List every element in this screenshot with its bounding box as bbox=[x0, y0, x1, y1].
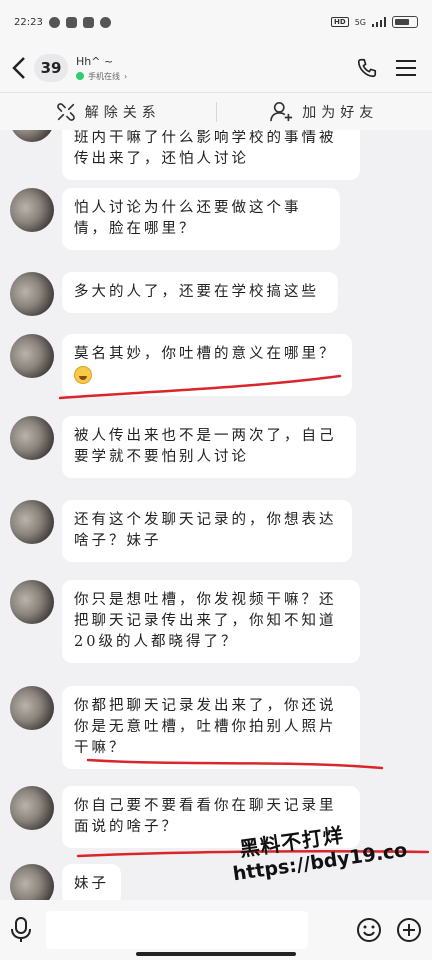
emoji-icon[interactable] bbox=[356, 917, 382, 943]
contact-avatar[interactable] bbox=[10, 580, 54, 624]
unread-count-badge[interactable]: 39 bbox=[34, 54, 68, 82]
home-indicator bbox=[136, 952, 296, 956]
back-icon[interactable] bbox=[10, 55, 28, 81]
status-time: 22:23 bbox=[14, 16, 43, 28]
contact-avatar[interactable] bbox=[10, 686, 54, 730]
message-bubble[interactable]: 班内干嘛了什么影响学校的事情被传出来了，还怕人讨论 bbox=[62, 130, 360, 180]
contact-avatar[interactable] bbox=[10, 500, 54, 544]
qq-icon bbox=[99, 16, 111, 28]
message-text: 莫名其妙，你吐槽的意义在哪里？ bbox=[74, 346, 337, 362]
add-friend-label: 加为好友 bbox=[302, 104, 379, 121]
status-bar: 22:23 HD 5G bbox=[0, 0, 432, 44]
microphone-icon[interactable] bbox=[10, 917, 32, 943]
wechat-icon bbox=[48, 16, 60, 28]
hd-badge: HD bbox=[331, 17, 349, 27]
presence-status: 手机在线 › bbox=[76, 71, 127, 82]
signal-icon bbox=[372, 17, 386, 27]
chat-header: 39 Hh^ ~ 手机在线 › bbox=[0, 44, 432, 92]
add-icon[interactable] bbox=[396, 917, 422, 943]
battery-icon bbox=[392, 16, 418, 28]
contact-info[interactable]: Hh^ ~ 手机在线 › bbox=[76, 55, 127, 82]
online-dot-icon bbox=[76, 72, 84, 80]
contact-avatar[interactable] bbox=[10, 130, 54, 142]
presence-label: 手机在线 bbox=[88, 71, 120, 81]
contact-avatar[interactable] bbox=[10, 272, 54, 316]
contact-avatar[interactable] bbox=[10, 864, 54, 900]
message-bubble[interactable]: 莫名其妙，你吐槽的意义在哪里？ bbox=[62, 334, 352, 396]
add-friend-button[interactable]: 加为好友 bbox=[217, 101, 432, 123]
message-bubble[interactable]: 你都把聊天记录发出来了，你还说你是无意吐槽，吐槽你拍别人照片干嘛？ bbox=[62, 686, 360, 769]
message-bubble[interactable]: 多大的人了，还要在学校搞这些 bbox=[62, 272, 338, 313]
contact-name: Hh^ ~ bbox=[76, 54, 114, 68]
phone-icon[interactable] bbox=[356, 57, 378, 79]
contact-avatar[interactable] bbox=[10, 786, 54, 830]
unfriend-label: 解除关系 bbox=[84, 104, 161, 121]
smile-emoji-icon bbox=[74, 366, 92, 384]
contact-avatar[interactable] bbox=[10, 416, 54, 460]
message-bubble[interactable]: 怕人讨论为什么还要做这个事情，脸在哪里？ bbox=[62, 188, 340, 250]
input-bar bbox=[0, 900, 432, 960]
message-bubble[interactable]: 你只是想吐槽，你发视频干嘛？还把聊天记录传出来了，你知不知道20级的人都晓得了？ bbox=[62, 580, 360, 663]
contact-avatar[interactable] bbox=[10, 334, 54, 378]
message-list[interactable]: 班内干嘛了什么影响学校的事情被传出来了，还怕人讨论 怕人讨论为什么还要做这个事情… bbox=[0, 130, 432, 900]
add-user-icon bbox=[270, 101, 293, 121]
signal-label: 5G bbox=[354, 17, 366, 27]
broken-link-icon bbox=[56, 102, 75, 121]
relationship-action-bar: 解除关系 加为好友 bbox=[0, 92, 432, 130]
notification-icon bbox=[65, 16, 77, 28]
unfriend-button[interactable]: 解除关系 bbox=[0, 101, 216, 123]
message-bubble[interactable]: 还有这个发聊天记录的，你想表达啥子？妹子 bbox=[62, 500, 352, 562]
message-bubble[interactable]: 妹子 bbox=[62, 864, 121, 900]
chevron-right-icon: › bbox=[124, 71, 128, 81]
app-icon bbox=[82, 16, 94, 28]
menu-icon[interactable] bbox=[396, 59, 416, 77]
message-input[interactable] bbox=[46, 911, 308, 949]
message-bubble[interactable]: 被人传出来也不是一两次了，自己要学就不要怕别人讨论 bbox=[62, 416, 356, 478]
contact-avatar[interactable] bbox=[10, 188, 54, 232]
